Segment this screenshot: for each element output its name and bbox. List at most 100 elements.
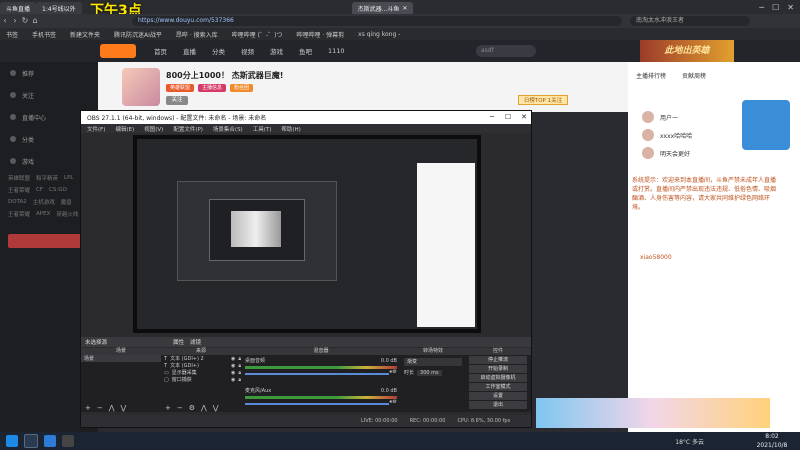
add-icon[interactable]: + <box>165 404 171 412</box>
bookmark[interactable]: 哔哩哔哩 · 弹幕剪 <box>296 30 344 39</box>
properties-button[interactable]: 属性 <box>173 338 184 346</box>
gear-icon[interactable]: ⚙ <box>189 404 195 412</box>
up-icon[interactable]: ⋀ <box>201 404 207 412</box>
volume-slider[interactable] <box>245 403 390 405</box>
tag-badge[interactable]: 主播信息 <box>198 84 227 92</box>
rank-badge[interactable]: 日榜TOP 1关注 <box>518 95 568 105</box>
tab-weekly[interactable]: 贡献周榜 <box>682 71 706 80</box>
chat-user[interactable]: xiao58000 <box>640 254 672 261</box>
close-icon[interactable]: ✕ <box>402 5 407 12</box>
sidebar-item-recommend[interactable]: 推荐 <box>0 62 98 84</box>
douyu-logo-icon[interactable] <box>100 44 136 58</box>
nav-video[interactable]: 视频 <box>233 46 262 56</box>
gear-icon[interactable]: ⚙ <box>393 369 397 375</box>
browser-search-input[interactable]: 南淘太水冲浪王者 <box>630 16 750 26</box>
maximize-icon[interactable]: ☐ <box>501 111 515 124</box>
nav-game[interactable]: 游戏 <box>262 46 291 56</box>
volume-slider[interactable] <box>245 373 390 375</box>
forward-icon[interactable]: › <box>10 16 20 26</box>
home-icon[interactable]: ⌂ <box>30 16 40 26</box>
weather-label[interactable]: 18°C 多云 <box>675 437 704 446</box>
nav-live[interactable]: 直播 <box>175 46 204 56</box>
source-item[interactable]: ▭ 显示器采集 ◉ 🔒︎ <box>161 369 241 377</box>
nav-yuba[interactable]: 鱼吧 <box>291 46 320 56</box>
eye-icon[interactable]: ◉ <box>231 377 235 383</box>
source-item[interactable]: T 文本 (GDI+) 2 ◉ 🔒︎ <box>161 355 241 363</box>
sidebar-promo[interactable] <box>8 234 90 248</box>
tag-badge[interactable]: 粉丝团 <box>230 84 254 92</box>
list-item[interactable]: 用户一 <box>636 108 736 126</box>
nav-1110[interactable]: 1110 <box>320 47 353 55</box>
duration-input[interactable]: 300 ms <box>417 369 442 376</box>
tag-badge[interactable]: 英雄联盟 <box>166 84 195 92</box>
list-item[interactable]: xxxx哈哈哈 <box>636 126 736 144</box>
settings-button[interactable]: 设置 <box>469 392 527 400</box>
follow-button[interactable]: 关注 <box>166 96 188 105</box>
exit-button[interactable]: 退出 <box>469 401 527 409</box>
menu-profile[interactable]: 配置文件(P) <box>173 125 203 133</box>
eye-icon[interactable]: ◉ <box>231 370 235 376</box>
list-item[interactable]: 明天会更好 <box>636 144 736 162</box>
tab-3-active[interactable]: 杰斯武器...斗鱼 ✕ <box>351 2 414 14</box>
source-item[interactable]: ▢ 窗口捕获 ◉ 🔒︎ <box>161 376 241 384</box>
menu-file[interactable]: 文件(F) <box>87 125 105 133</box>
close-icon[interactable]: ✕ <box>517 111 531 124</box>
menu-view[interactable]: 视图(V) <box>144 125 163 133</box>
menu-edit[interactable]: 编辑(E) <box>115 125 134 133</box>
nav-home[interactable]: 首页 <box>146 46 175 56</box>
event-banner[interactable]: 此地出英雄 <box>640 40 734 62</box>
stop-streaming-button[interactable]: 停止推流 <box>469 356 527 364</box>
nav-category[interactable]: 分类 <box>204 46 233 56</box>
url-input[interactable]: https://www.douyu.com/537366 <box>132 16 622 26</box>
bookmark[interactable]: xs qing kong - <box>358 31 400 38</box>
site-search-input[interactable]: asdf <box>476 45 536 57</box>
sidebar-item-follow[interactable]: 关注 <box>0 84 98 106</box>
menu-help[interactable]: 帮助(H) <box>281 125 300 133</box>
browser-app-icon[interactable] <box>44 435 56 447</box>
gear-icon[interactable]: ⚙ <box>393 399 397 405</box>
streamer-avatar[interactable] <box>122 68 160 106</box>
start-recording-button[interactable]: 开始录制 <box>469 365 527 373</box>
eye-icon[interactable]: ◉ <box>231 363 235 369</box>
bookmark[interactable]: 手机书签 <box>32 30 56 39</box>
up-icon[interactable]: ⋀ <box>109 404 115 412</box>
taskbar-clock[interactable]: 8:02 2021/10/8 <box>748 432 796 450</box>
search-icon[interactable] <box>24 434 38 448</box>
back-icon[interactable]: ‹ <box>0 16 10 26</box>
bookmark[interactable]: 昂哔 · 搜索入库 <box>176 30 218 39</box>
recommend-icon <box>10 70 16 76</box>
eye-icon[interactable]: ◉ <box>231 356 235 362</box>
bookmark[interactable]: 新建文件夹 <box>70 30 100 39</box>
minimize-icon[interactable]: ─ <box>485 111 499 124</box>
menu-tools[interactable]: 工具(T) <box>253 125 272 133</box>
grid-icon <box>10 136 16 142</box>
text-icon: T <box>164 355 168 362</box>
remove-icon[interactable]: − <box>97 404 103 412</box>
source-item[interactable]: T 文本 (GDI+) ◉ 🔒︎ <box>161 362 241 370</box>
remove-icon[interactable]: − <box>177 404 183 412</box>
down-icon[interactable]: ⋁ <box>213 404 219 412</box>
tab-rank[interactable]: 主播排行榜 <box>636 71 666 80</box>
scene-item[interactable]: 场景 <box>81 355 161 362</box>
close-window-icon[interactable]: ✕ <box>787 3 794 12</box>
studio-mode-button[interactable]: 工作室模式 <box>469 383 527 391</box>
minimize-icon[interactable]: ─ <box>759 3 764 12</box>
menu-scene-collection[interactable]: 场景集合(S) <box>213 125 243 133</box>
add-icon[interactable]: + <box>85 404 91 412</box>
tab-1[interactable]: 斗鱼直播 <box>0 2 37 14</box>
filters-button[interactable]: 滤镜 <box>190 338 201 346</box>
bookmark[interactable]: 腾讯防沉迷AI战平 <box>114 30 162 39</box>
refresh-icon[interactable]: ↻ <box>20 16 30 26</box>
bookmark[interactable]: 书签 <box>6 30 18 39</box>
windows-start-icon[interactable] <box>6 435 18 447</box>
bottom-ad-banner[interactable] <box>536 398 770 428</box>
virtual-camera-button[interactable]: 启动虚拟摄像机 <box>469 374 527 382</box>
transition-select[interactable]: 渐变 <box>404 358 462 366</box>
promo-image[interactable] <box>742 100 790 150</box>
tab-2[interactable]: 1:4号线以外 <box>36 2 82 14</box>
maximize-icon[interactable]: ☐ <box>772 3 779 12</box>
down-icon[interactable]: ⋁ <box>121 404 127 412</box>
obs-app-icon[interactable] <box>62 435 74 447</box>
bookmark[interactable]: 哔哩哔哩 (゜-゜)つ <box>232 30 283 39</box>
obs-title-bar: OBS 27.1.1 (64-bit, windows) - 配置文件: 未命名… <box>81 111 531 124</box>
